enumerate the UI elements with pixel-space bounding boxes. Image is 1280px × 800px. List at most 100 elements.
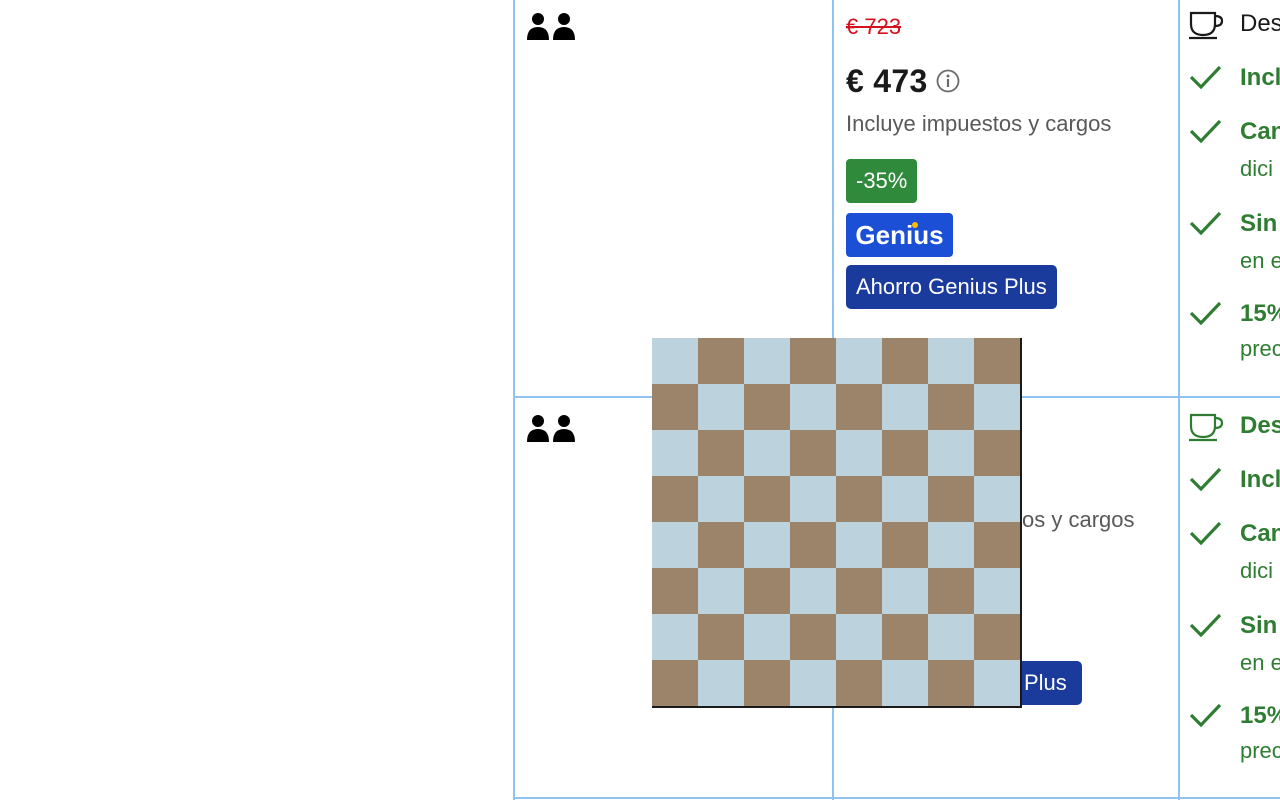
checker-square [790,522,836,568]
checker-square [790,660,836,706]
check-icon [1189,521,1222,546]
check-icon [1189,467,1222,492]
checker-square [652,568,698,614]
checker-square [836,430,882,476]
checker-square [882,384,928,430]
checker-square [928,614,974,660]
checker-square [744,384,790,430]
room-table: € 723 € 473 Incluye impuestos y cargos -… [0,0,1280,800]
genius-logo-dot [912,222,918,228]
checker-square [974,338,1020,384]
checker-square [974,522,1020,568]
checker-square [652,476,698,522]
checker-square [698,568,744,614]
guests-icon [527,13,575,40]
guests-icon [527,415,575,442]
cancellation-detail: dici [1240,156,1274,181]
breakfast-label: Des [1240,412,1280,439]
percent-title: 15% [1240,300,1280,327]
checker-square [836,614,882,660]
price-row: € 473 [846,61,1176,101]
checker-square [744,568,790,614]
genius-plus-badge: Ahorro Genius Plus [846,265,1057,309]
check-icon [1189,211,1222,236]
checker-square [974,476,1020,522]
table-border-bottom [513,797,1280,799]
no-prepayment-detail: en e [1240,248,1280,273]
no-prepayment-title: Sin [1240,210,1278,237]
percent-detail: prec [1240,336,1280,361]
cancellation-title: Can [1240,118,1280,145]
checker-square [928,476,974,522]
checker-square [652,614,698,660]
checker-square [882,338,928,384]
cancellation-title: Can [1240,520,1280,547]
checker-square [744,660,790,706]
included-label: Incl [1240,64,1280,91]
table-border-col3 [1178,0,1180,800]
checker-square [652,430,698,476]
checker-square [790,614,836,660]
checker-square [882,476,928,522]
check-icon [1189,613,1222,638]
checker-square [928,660,974,706]
checker-square [836,568,882,614]
included-label: Incl [1240,466,1280,493]
check-icon [1189,119,1222,144]
genius-plus-badge-partial: Plus [1022,661,1082,705]
no-prepayment-title: Sin [1240,612,1278,639]
checker-square [882,522,928,568]
checker-square [974,614,1020,660]
genius-plus-fragment: Plus [1024,670,1067,695]
checker-square [882,660,928,706]
discount-badge: -35% [846,159,918,203]
checker-square [790,476,836,522]
current-price: € 473 [846,62,928,99]
checker-square [928,568,974,614]
percent-detail: prec [1240,738,1280,763]
checker-square [836,660,882,706]
checker-square [698,660,744,706]
checker-square [698,614,744,660]
breakfast-label: Des [1240,10,1280,37]
checker-square [928,430,974,476]
checker-square [744,614,790,660]
checker-square [698,338,744,384]
checker-square [744,476,790,522]
checker-square [652,522,698,568]
checker-square [882,568,928,614]
original-price: € 723 [846,14,902,39]
checkerboard-overlay [652,338,1022,708]
check-icon [1189,301,1222,326]
checker-square [744,430,790,476]
info-icon[interactable] [936,69,960,93]
checker-square [836,384,882,430]
checker-square [836,338,882,384]
checker-square [790,430,836,476]
price-cell: € 723 € 473 Incluye impuestos y cargos -… [846,14,1176,309]
checker-square [698,430,744,476]
percent-title: 15% [1240,702,1280,729]
checker-square [698,522,744,568]
features-cell: Des Incl Can dici Sin en e 15% prec [1188,398,1280,796]
checker-square [652,338,698,384]
checker-square [652,660,698,706]
taxes-note-partial: os y cargos [1022,507,1135,532]
checker-square [790,338,836,384]
checker-square [698,476,744,522]
table-border-left [513,0,515,800]
checker-square [974,430,1020,476]
genius-logo: Genius [846,213,953,257]
checker-square [836,522,882,568]
checker-square [836,476,882,522]
checker-square [882,614,928,660]
no-prepayment-detail: en e [1240,650,1280,675]
checker-square [790,568,836,614]
check-icon [1189,703,1222,728]
checker-square [744,338,790,384]
genius-logo-text: Genius [855,220,944,250]
checker-square [974,568,1020,614]
checker-square [882,430,928,476]
checker-square [744,522,790,568]
coffee-cup-icon [1189,11,1224,40]
